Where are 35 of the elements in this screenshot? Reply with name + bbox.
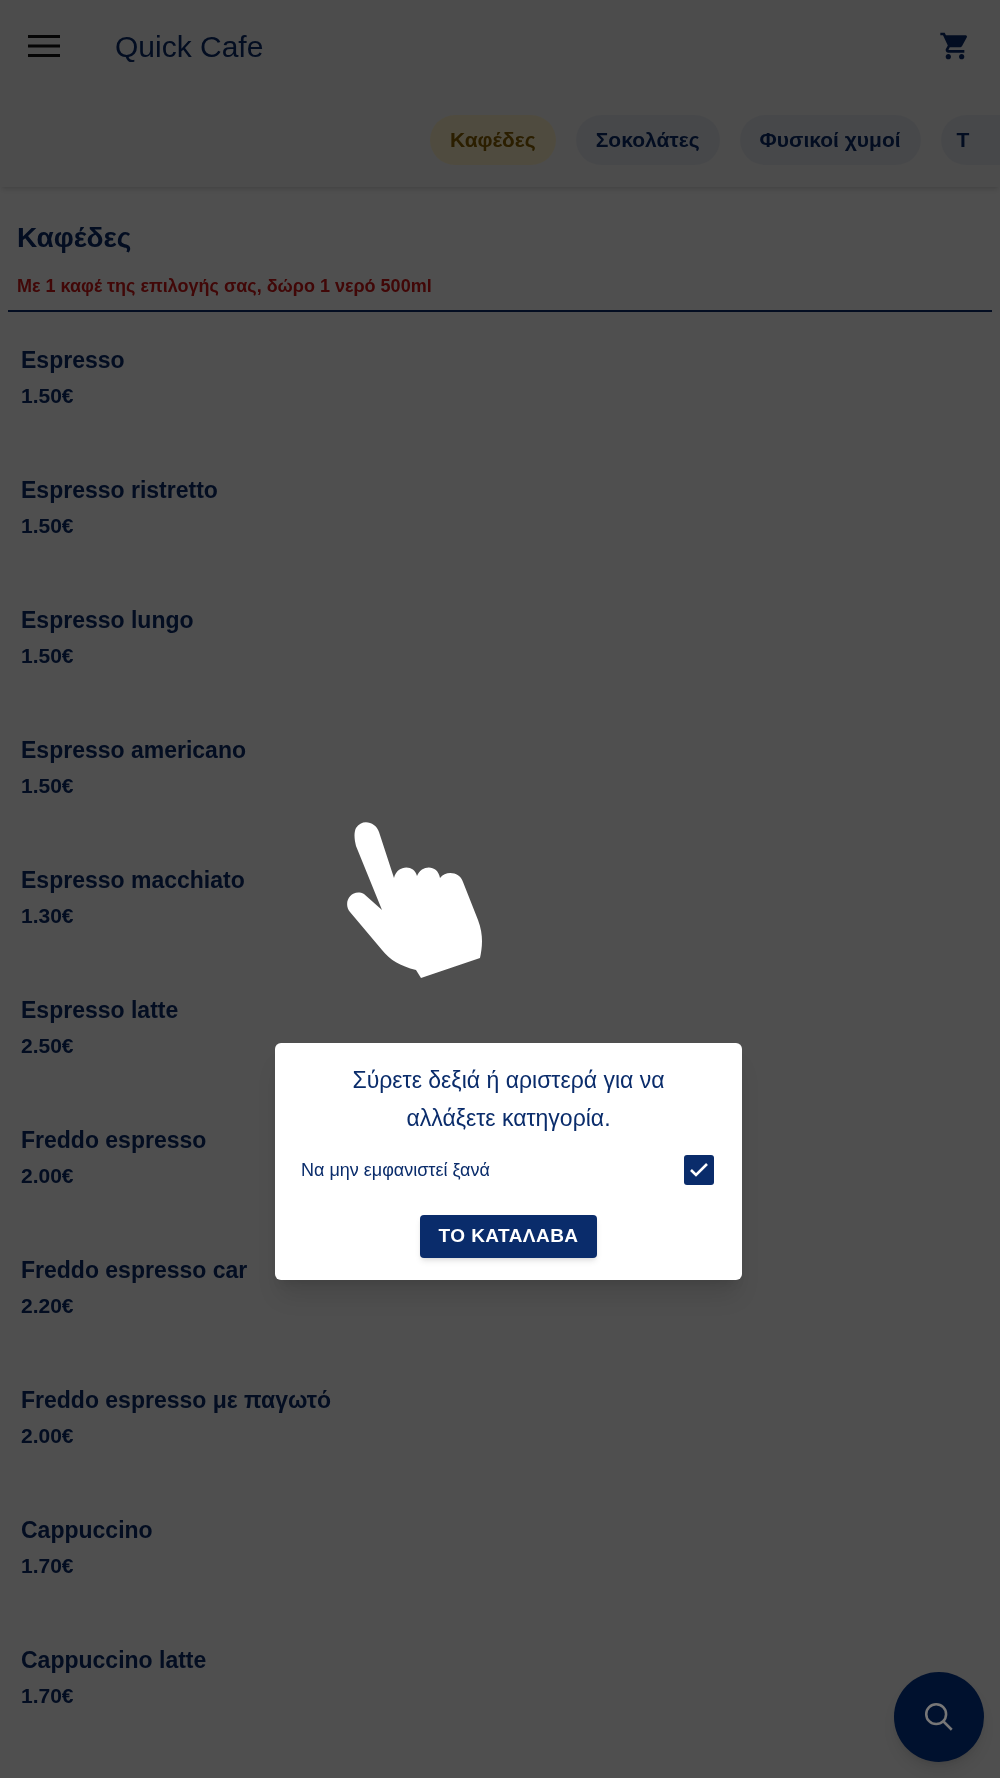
category-tab[interactable]: Τ: [940, 114, 1000, 165]
item-name: Freddo espresso με παγωτό: [21, 1386, 332, 1415]
item-name: Espresso: [21, 346, 125, 375]
checkbox-label: Να μην εμφανιστεί ξανά: [301, 1158, 490, 1182]
item-name: Espresso macchiato: [21, 866, 245, 895]
item-price: 1.30€: [21, 903, 74, 929]
item-name: Cappuccino latte: [21, 1646, 207, 1675]
item-name: Freddo espresso: [21, 1126, 207, 1155]
app-title: Quick Cafe: [115, 28, 264, 65]
item-name: Espresso americano: [21, 736, 246, 765]
item-price: 1.70€: [21, 1553, 74, 1579]
category-tab[interactable]: Φυσικοί χυμοί: [739, 114, 921, 165]
category-note: Με 1 καφέ της επιλογής σας, δώρο 1 νερό 500ml: [17, 275, 433, 298]
item-price: 1.50€: [21, 773, 74, 799]
category-title: Καφέδες: [17, 221, 133, 255]
item-price: 1.70€: [21, 1683, 74, 1709]
item-price: 1.50€: [21, 643, 74, 669]
category-tab[interactable]: Σοκολάτες: [575, 114, 720, 165]
item-name: Espresso latte: [21, 996, 179, 1025]
dialog-message: Σύρετε δεξιά ή αριστερά για να αλλάξετε κατηγορία.: [351, 1066, 666, 1133]
item-price: 2.20€: [21, 1293, 74, 1319]
dont-show-checkbox[interactable]: [684, 1155, 714, 1185]
item-price: 2.00€: [21, 1423, 74, 1449]
item-name: Espresso ristretto: [21, 476, 218, 505]
item-price: 2.50€: [21, 1033, 74, 1059]
item-name: Freddo espresso car: [21, 1256, 248, 1285]
item-price: 1.50€: [21, 383, 74, 409]
item-price: 1.50€: [21, 513, 74, 539]
item-name: Espresso lungo: [21, 606, 194, 635]
category-tab[interactable]: Καφέδες: [430, 114, 556, 165]
check-icon: [689, 1162, 709, 1178]
menu-icon[interactable]: [28, 34, 60, 58]
got-it-button[interactable]: ΤΟ ΚΑΤΑΛΑΒΑ: [420, 1215, 597, 1258]
item-price: 2.00€: [21, 1163, 74, 1189]
item-name: Cappuccino: [21, 1516, 153, 1545]
